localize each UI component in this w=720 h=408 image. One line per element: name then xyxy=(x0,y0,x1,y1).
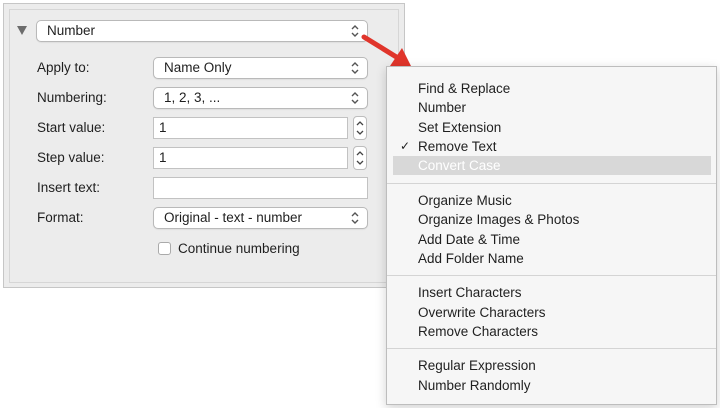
start-value-text: 1 xyxy=(159,120,167,135)
menu-item-label: Organize Images & Photos xyxy=(418,212,580,227)
step-value-stepper[interactable] xyxy=(353,146,367,170)
menu-item-overwrite-characters[interactable]: Overwrite Characters xyxy=(387,303,716,322)
menu-item-label: Add Date & Time xyxy=(418,232,521,247)
menu-item-label: Remove Characters xyxy=(418,324,539,339)
numbering-value: 1, 2, 3, ... xyxy=(164,90,221,105)
apply-to-label: Apply to: xyxy=(37,60,90,75)
chevron-up-down-icon xyxy=(351,92,359,104)
format-select[interactable]: Original - text - number xyxy=(153,207,368,229)
menu-item-regular-expression[interactable]: Regular Expression xyxy=(387,356,716,375)
numbering-select[interactable]: 1, 2, 3, ... xyxy=(153,87,368,109)
menu-item-label: Regular Expression xyxy=(418,358,536,373)
menu-item-label: Organize Music xyxy=(418,193,512,208)
disclosure-triangle-icon[interactable] xyxy=(17,26,27,35)
menu-separator xyxy=(387,348,716,349)
continue-numbering-label: Continue numbering xyxy=(178,241,300,256)
menu-item-label: Insert Characters xyxy=(418,285,522,300)
continue-numbering-checkbox[interactable] xyxy=(158,242,171,255)
menu-item-find-replace[interactable]: Find & Replace xyxy=(387,79,716,98)
step-value-label: Step value: xyxy=(37,150,105,165)
menu-item-label: Find & Replace xyxy=(418,81,511,96)
menu-item-organize-images-photos[interactable]: Organize Images & Photos xyxy=(387,210,716,229)
checkmark-icon: ✓ xyxy=(400,139,411,153)
chevron-up-down-icon xyxy=(351,212,359,224)
step-value-text: 1 xyxy=(159,150,167,165)
menu-item-remove-text[interactable]: ✓ Remove Text xyxy=(387,137,716,156)
format-value: Original - text - number xyxy=(164,210,303,225)
start-value-field[interactable]: 1 xyxy=(153,117,348,139)
menu-item-number-randomly[interactable]: Number Randomly xyxy=(387,376,716,395)
format-label: Format: xyxy=(37,210,84,225)
apply-to-value: Name Only xyxy=(164,60,232,75)
stepper-arrows-icon xyxy=(356,151,364,165)
stepper-arrows-icon xyxy=(356,121,364,135)
start-value-label: Start value: xyxy=(37,120,106,135)
menu-item-label: Set Extension xyxy=(418,120,502,135)
menu-item-organize-music[interactable]: Organize Music xyxy=(387,191,716,210)
start-value-stepper[interactable] xyxy=(353,116,367,140)
menu-item-add-date-time[interactable]: Add Date & Time xyxy=(387,230,716,249)
action-type-select-value: Number xyxy=(47,23,96,38)
action-type-select[interactable]: Number xyxy=(36,20,368,42)
menu-item-label: Overwrite Characters xyxy=(418,305,546,320)
menu-item-label: Remove Text xyxy=(418,139,497,154)
numbering-label: Numbering: xyxy=(37,90,107,105)
menu-item-label: Add Folder Name xyxy=(418,251,524,266)
insert-text-label: Insert text: xyxy=(37,180,101,195)
menu-item-label: Number xyxy=(418,100,467,115)
menu-separator xyxy=(387,183,716,184)
menu-item-convert-case[interactable]: Convert Case xyxy=(393,156,711,175)
menu-item-add-folder-name[interactable]: Add Folder Name xyxy=(387,249,716,268)
insert-text-field[interactable] xyxy=(153,177,368,199)
menu-separator xyxy=(387,275,716,276)
apply-to-select[interactable]: Name Only xyxy=(153,57,368,79)
menu-item-insert-characters[interactable]: Insert Characters xyxy=(387,283,716,302)
action-type-menu: Find & Replace Number Set Extension ✓ Re… xyxy=(386,66,717,405)
menu-item-number[interactable]: Number xyxy=(387,98,716,117)
menu-item-label: Number Randomly xyxy=(418,378,531,393)
step-value-field[interactable]: 1 xyxy=(153,147,348,169)
menu-item-label: Convert Case xyxy=(418,158,501,173)
menu-item-set-extension[interactable]: Set Extension xyxy=(387,118,716,137)
menu-item-remove-characters[interactable]: Remove Characters xyxy=(387,322,716,341)
